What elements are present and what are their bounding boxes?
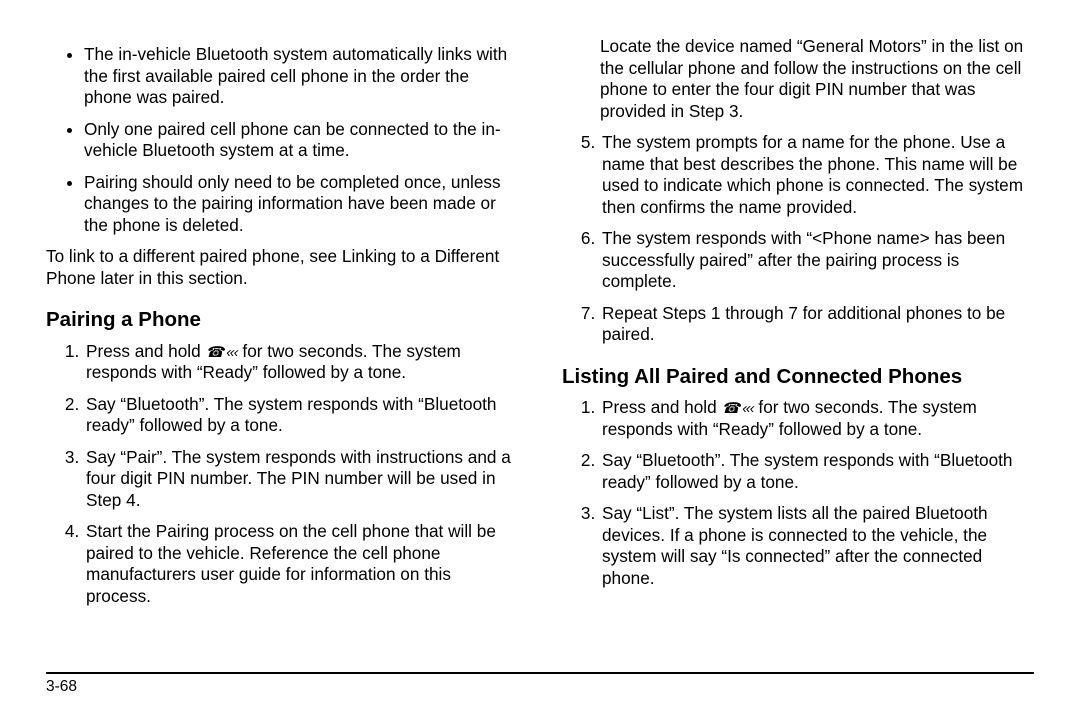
- bullet-item: Only one paired cell phone can be connec…: [84, 119, 518, 162]
- step-item: Say “Pair”. The system responds with ins…: [84, 447, 518, 512]
- footer: 3-68: [46, 672, 1034, 696]
- intro-bullets: The in-vehicle Bluetooth system automati…: [46, 44, 518, 236]
- step-item: Start the Pairing process on the cell ph…: [84, 521, 518, 607]
- two-column-layout: The in-vehicle Bluetooth system automati…: [46, 36, 1034, 660]
- step-item: Press and hold ☎ «‹ for two seconds. The…: [84, 341, 518, 384]
- bullet-item: The in-vehicle Bluetooth system automati…: [84, 44, 518, 109]
- talk-button-icon: ☎ «‹: [205, 344, 237, 361]
- step-item: Say “List”. The system lists all the pai…: [600, 503, 1034, 589]
- step-item: Repeat Steps 1 through 7 for additional …: [600, 303, 1034, 346]
- left-column: The in-vehicle Bluetooth system automati…: [46, 36, 518, 660]
- step-text: Press and hold: [602, 397, 721, 417]
- heading-pairing-a-phone: Pairing a Phone: [46, 307, 518, 333]
- step4-continuation: Locate the device named “General Motors”…: [562, 36, 1034, 122]
- link-note-paragraph: To link to a different paired phone, see…: [46, 246, 518, 289]
- heading-listing-paired: Listing All Paired and Connected Phones: [562, 364, 1034, 390]
- step-item: The system prompts for a name for the ph…: [600, 132, 1034, 218]
- step-item: Say “Bluetooth”. The system responds wit…: [84, 394, 518, 437]
- talk-button-icon: ☎ «‹: [721, 400, 753, 417]
- step-item: The system responds with “<Phone name> h…: [600, 228, 1034, 293]
- bullet-item: Pairing should only need to be completed…: [84, 172, 518, 237]
- step-item: Press and hold ☎ «‹ for two seconds. The…: [600, 397, 1034, 440]
- manual-page: The in-vehicle Bluetooth system automati…: [0, 0, 1080, 720]
- step-item: Say “Bluetooth”. The system responds wit…: [600, 450, 1034, 493]
- step-text: Press and hold: [86, 341, 205, 361]
- right-column: Locate the device named “General Motors”…: [562, 36, 1034, 660]
- page-number: 3-68: [46, 678, 77, 695]
- pairing-steps-continued: The system prompts for a name for the ph…: [562, 132, 1034, 346]
- pairing-steps: Press and hold ☎ «‹ for two seconds. The…: [46, 341, 518, 608]
- listing-steps: Press and hold ☎ «‹ for two seconds. The…: [562, 397, 1034, 589]
